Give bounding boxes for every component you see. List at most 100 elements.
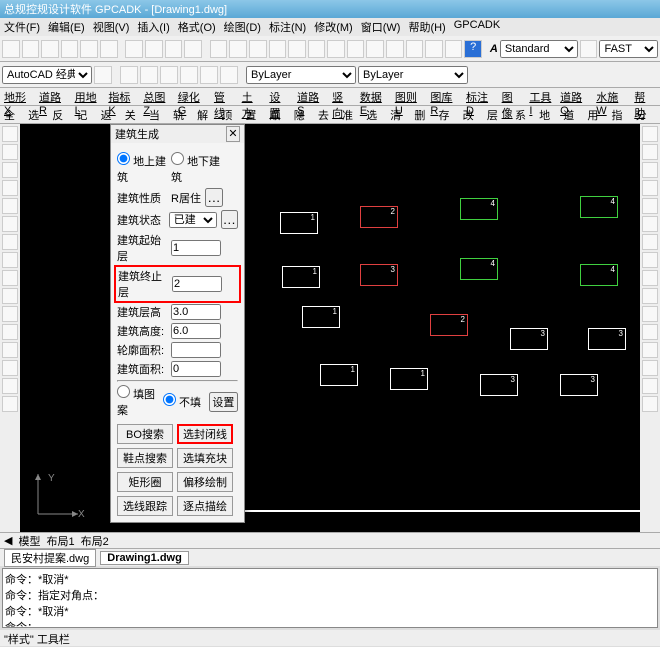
tool-icon[interactable] [642, 378, 658, 394]
outline-area-input[interactable] [171, 342, 221, 358]
tool-icon[interactable] [94, 66, 112, 84]
close-icon[interactable]: ✕ [226, 126, 240, 142]
fill-pattern-radio[interactable] [117, 385, 130, 398]
menu-edit[interactable]: 编辑(E) [48, 19, 85, 35]
cmd[interactable]: 隐藏 [294, 107, 314, 122]
tool-icon[interactable] [642, 288, 658, 304]
menu-draw[interactable]: 绘图(D) [224, 19, 261, 35]
tab[interactable]: 道路O [560, 89, 590, 104]
doc-tab-active[interactable]: Drawing1.dwg [100, 551, 189, 565]
tab[interactable]: 水施W [596, 89, 628, 104]
tool-icon[interactable] [220, 66, 238, 84]
tool-icon[interactable] [642, 342, 658, 358]
lineweight-combo[interactable]: ByLayer [358, 66, 468, 84]
cmd[interactable]: 层树 [487, 107, 507, 122]
menu-format[interactable]: 格式(O) [178, 19, 216, 35]
ellipse-icon[interactable] [2, 234, 18, 250]
cmd[interactable]: 选层 [366, 107, 386, 122]
menu-file[interactable]: 文件(F) [4, 19, 40, 35]
layout-tab-model[interactable]: 模型 [18, 533, 40, 549]
cmd[interactable]: 选显 [28, 107, 48, 122]
help-icon[interactable]: ? [464, 40, 482, 58]
style-combo[interactable]: Standard [500, 40, 578, 58]
state-select[interactable]: 已建 [169, 212, 217, 228]
fill-settings-button[interactable]: 设置 [209, 392, 238, 412]
tool-icon[interactable] [145, 40, 163, 58]
tool-icon[interactable] [445, 40, 463, 58]
tool-icon[interactable] [180, 66, 198, 84]
tool-icon[interactable] [229, 40, 247, 58]
tool-icon[interactable] [642, 306, 658, 322]
tab[interactable]: 道路R [39, 89, 69, 104]
point-search-button[interactable]: 鞋点搜索 [117, 448, 173, 468]
tool-icon[interactable] [120, 66, 138, 84]
tab[interactable]: 帮助 [634, 89, 656, 104]
cmd[interactable]: 置底 [245, 107, 265, 122]
tool-icon[interactable] [184, 40, 202, 58]
tool-icon[interactable] [642, 144, 658, 160]
tab[interactable]: 图库R [430, 89, 460, 104]
tool-icon[interactable] [2, 40, 20, 58]
tool-icon[interactable] [642, 252, 658, 268]
bo-search-button[interactable]: BO搜索 [117, 424, 173, 444]
tab[interactable]: 标注D [466, 89, 496, 104]
end-floor-input[interactable] [172, 276, 222, 292]
layout-tab-2[interactable]: 布局2 [81, 533, 109, 549]
below-ground-radio[interactable] [171, 152, 184, 165]
text-icon[interactable] [2, 288, 18, 304]
nature-browse-button[interactable]: … [205, 188, 223, 207]
tab[interactable]: 绿化G [178, 89, 208, 104]
tool-icon[interactable] [61, 40, 79, 58]
fast-combo[interactable]: FAST [599, 40, 658, 58]
tool-icon[interactable] [642, 396, 658, 412]
tool-icon[interactable] [642, 126, 658, 142]
cmd[interactable]: 解冻 [197, 107, 217, 122]
point-icon[interactable] [2, 270, 18, 286]
circle-icon[interactable] [2, 198, 18, 214]
cmd[interactable]: 分析 [636, 107, 656, 122]
tool-icon[interactable] [642, 162, 658, 178]
hatch-icon[interactable] [2, 252, 18, 268]
cmd[interactable]: 当前 [149, 107, 169, 122]
tool-icon[interactable] [2, 378, 18, 394]
tab[interactable]: 数据E [360, 89, 389, 104]
building-area-input[interactable] [171, 361, 221, 377]
layout-tab-1[interactable]: 布局1 [46, 533, 74, 549]
cmd[interactable]: 轨量 [173, 107, 193, 122]
tool-icon[interactable] [2, 342, 18, 358]
tool-icon[interactable] [2, 324, 18, 340]
cmd[interactable]: 去隐 [318, 107, 338, 122]
tool-icon[interactable] [210, 40, 228, 58]
menu-modify[interactable]: 修改(M) [314, 19, 353, 35]
tool-icon[interactable] [327, 40, 345, 58]
menu-window[interactable]: 窗口(W) [361, 19, 401, 35]
tool-icon[interactable] [269, 40, 287, 58]
tool-icon[interactable] [41, 40, 59, 58]
tab[interactable]: 管线 [214, 89, 236, 104]
tool-icon[interactable] [200, 66, 218, 84]
cmd[interactable]: 改层 [463, 107, 483, 122]
rectangle-button[interactable]: 矩形圈 [117, 472, 173, 492]
tool-icon[interactable] [2, 360, 18, 376]
rect-icon[interactable] [2, 180, 18, 196]
line-trace-button[interactable]: 选线跟踪 [117, 496, 173, 516]
tab[interactable]: 地形X [4, 89, 33, 104]
tool-icon[interactable] [642, 216, 658, 232]
tool-icon[interactable] [425, 40, 443, 58]
tool-icon[interactable] [160, 66, 178, 84]
tool-icon[interactable] [642, 180, 658, 196]
tool-icon[interactable] [642, 270, 658, 286]
arc-icon[interactable] [2, 144, 18, 160]
tool-icon[interactable] [642, 198, 658, 214]
cmd[interactable]: 顺序 [270, 107, 290, 122]
tool-icon[interactable] [642, 360, 658, 376]
no-fill-radio[interactable] [163, 393, 176, 406]
cmd[interactable]: 地形 [539, 107, 559, 122]
tool-icon[interactable] [2, 396, 18, 412]
cmd[interactable]: 反显 [52, 107, 72, 122]
tab[interactable]: 指标K [108, 89, 137, 104]
point-trace-button[interactable]: 逐点描绘 [177, 496, 233, 516]
start-floor-input[interactable] [171, 240, 221, 256]
tool-icon[interactable] [642, 324, 658, 340]
cmd[interactable]: 删除 [414, 107, 434, 122]
